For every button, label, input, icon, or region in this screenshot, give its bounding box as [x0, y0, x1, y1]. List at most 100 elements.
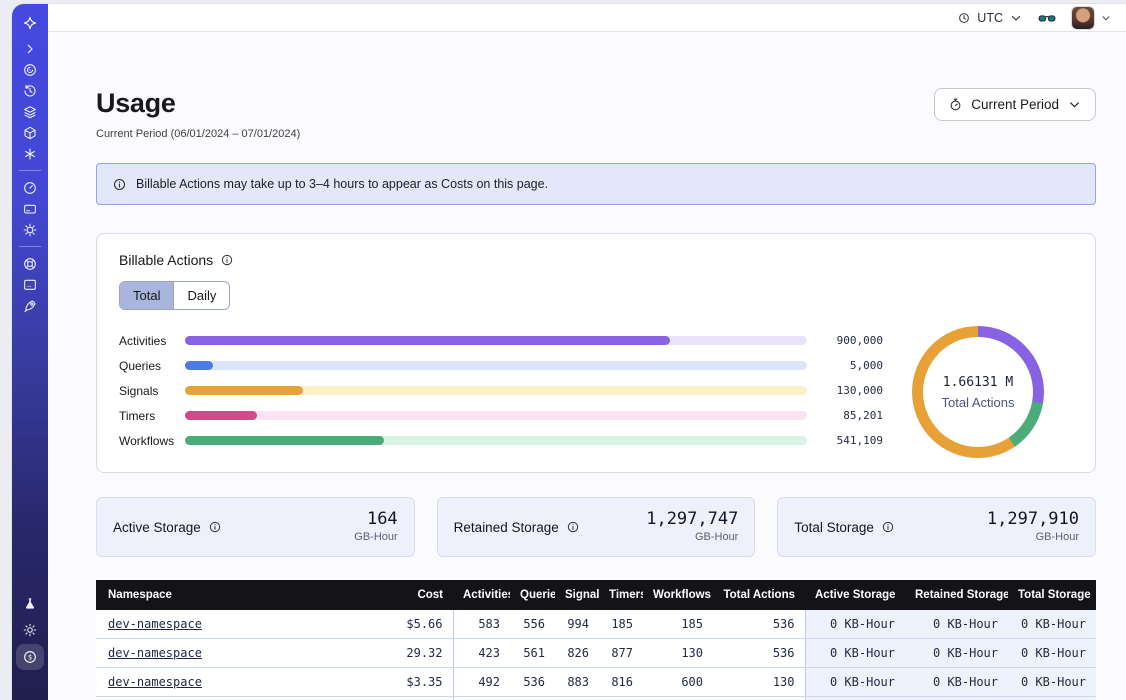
asterisk-icon[interactable]: [16, 143, 44, 164]
clock-icon: [957, 11, 971, 25]
bar-row-activities: Activities 900,000: [119, 328, 883, 353]
cell-workflows: 600: [643, 668, 713, 697]
bar-label: Signals: [119, 384, 185, 398]
col-retained-storage: Retained Storage: [905, 580, 1008, 610]
active-storage-label: Active Storage: [113, 520, 201, 535]
col-cost: Cost: [346, 580, 453, 610]
flask-icon[interactable]: [16, 593, 44, 614]
namespace-link[interactable]: dev-namespace: [108, 646, 202, 660]
credit-card-icon[interactable]: [16, 198, 44, 219]
cell-active-storage: 0 KB-Hour: [805, 639, 905, 668]
total-daily-toggle: Total Daily: [119, 281, 230, 310]
cell-queries: 556: [510, 610, 555, 639]
cell-active-storage: 0 KB-Hour: [805, 610, 905, 639]
temporal-logo-icon[interactable]: [16, 12, 44, 33]
cell-total-storage: 0 KB-Hour: [1008, 639, 1096, 668]
terminal-icon[interactable]: [16, 274, 44, 295]
dollar-icon[interactable]: $: [16, 644, 44, 670]
lifebuoy-icon[interactable]: [16, 253, 44, 274]
bar-row-signals: Signals 130,000: [119, 378, 883, 403]
cell-retained-storage: 0 KB-Hour: [905, 639, 1008, 668]
bar-label: Queries: [119, 359, 185, 373]
app-window: $ UTC Usage Current Period (06/01/2024 –…: [12, 4, 1126, 700]
namespace-link[interactable]: dev-namespace: [108, 675, 202, 689]
bar-track: [185, 411, 807, 420]
tab-total[interactable]: Total: [120, 282, 173, 309]
bar-value: 541,109: [807, 434, 883, 447]
bar-value: 5,000: [807, 359, 883, 372]
cell-total-storage: 0 KB-Hour: [1008, 668, 1096, 697]
cell-active-storage: 0 KB-Hour: [805, 668, 905, 697]
col-timers: Timers: [599, 580, 643, 610]
total-storage-label: Total Storage: [794, 520, 874, 535]
active-storage-card: Active Storage 164 GB-Hour: [96, 497, 415, 557]
donut-total-label: Total Actions: [942, 395, 1015, 410]
cell-activities: 423: [453, 639, 510, 668]
col-total-storage: Total Storage: [1008, 580, 1096, 610]
gear-icon[interactable]: [16, 219, 44, 240]
info-icon[interactable]: [220, 253, 234, 267]
billable-actions-title: Billable Actions: [119, 252, 213, 268]
tab-daily[interactable]: Daily: [173, 282, 229, 309]
expand-chevron-icon[interactable]: [16, 38, 44, 59]
info-icon[interactable]: [208, 520, 222, 534]
active-storage-unit: GB-Hour: [354, 531, 397, 544]
period-selector-button[interactable]: Current Period: [934, 88, 1096, 121]
page-title: Usage: [96, 88, 300, 119]
page-content: Usage Current Period (06/01/2024 – 07/01…: [48, 32, 1126, 700]
account-menu[interactable]: [1071, 6, 1112, 30]
bar-row-queries: Queries 5,000: [119, 353, 883, 378]
col-workflows: Workflows: [643, 580, 713, 610]
bar-track: [185, 361, 807, 370]
chevron-down-icon: [1009, 11, 1023, 25]
cell-signals: 883: [555, 668, 599, 697]
bar-value: 130,000: [807, 384, 883, 397]
cell-retained-storage: 0 KB-Hour: [905, 668, 1008, 697]
bar-row-workflows: Workflows 541,109: [119, 428, 883, 453]
timezone-selector[interactable]: UTC: [957, 11, 1023, 25]
bar-row-timers: Timers 85,201: [119, 403, 883, 428]
cell-total-storage: 0 KB-Hour: [1008, 610, 1096, 639]
total-storage-value: 1,297,910: [987, 510, 1079, 530]
layers-icon[interactable]: [16, 101, 44, 122]
cube-icon[interactable]: [16, 122, 44, 143]
rocket-icon[interactable]: [16, 295, 44, 316]
cell-cost: $5.66: [346, 610, 453, 639]
cell-retained-storage: 0 KB-Hour: [905, 610, 1008, 639]
glasses-icon[interactable]: [1037, 10, 1057, 26]
table-row-clipped: [96, 697, 1096, 700]
cell-cost: $3.35: [346, 668, 453, 697]
active-storage-value: 164: [354, 510, 397, 530]
gauge-icon[interactable]: [16, 177, 44, 198]
table-header-row: Namespace Cost Activities Queries Signal…: [96, 580, 1096, 610]
cell-cost: 29.32: [346, 639, 453, 668]
namespace-usage-table: Namespace Cost Activities Queries Signal…: [96, 580, 1096, 700]
retained-storage-unit: GB-Hour: [646, 531, 738, 544]
cell-workflows: 185: [643, 610, 713, 639]
page-subtitle: Current Period (06/01/2024 – 07/01/2024): [96, 128, 300, 140]
cell-activities: 583: [453, 610, 510, 639]
namespace-link[interactable]: dev-namespace: [108, 617, 202, 631]
cell-activities: 492: [453, 668, 510, 697]
sidebar-divider: [19, 246, 41, 247]
info-banner: Billable Actions may take up to 3–4 hour…: [96, 163, 1096, 205]
bar-fill: [185, 361, 213, 370]
col-namespace: Namespace: [96, 580, 346, 610]
info-icon[interactable]: [881, 520, 895, 534]
info-banner-text: Billable Actions may take up to 3–4 hour…: [136, 177, 548, 191]
bar-fill: [185, 386, 303, 395]
namespaces-spiral-icon[interactable]: [16, 59, 44, 80]
schedules-clock-icon[interactable]: [16, 80, 44, 101]
billable-actions-card: Billable Actions Total Daily Activities …: [96, 233, 1096, 473]
sun-icon[interactable]: [16, 619, 44, 640]
avatar[interactable]: [1071, 6, 1095, 30]
bar-fill: [185, 436, 384, 445]
svg-text:$: $: [28, 653, 32, 661]
chevron-down-icon: [1100, 12, 1112, 24]
billable-bar-chart: Activities 900,000 Queries 5,000 Signals: [119, 326, 883, 458]
info-icon[interactable]: [566, 520, 580, 534]
total-storage-card: Total Storage 1,297,910 GB-Hour: [777, 497, 1096, 557]
cell-workflows: 130: [643, 639, 713, 668]
stopwatch-icon: [948, 97, 963, 112]
cell-timers: 185: [599, 610, 643, 639]
